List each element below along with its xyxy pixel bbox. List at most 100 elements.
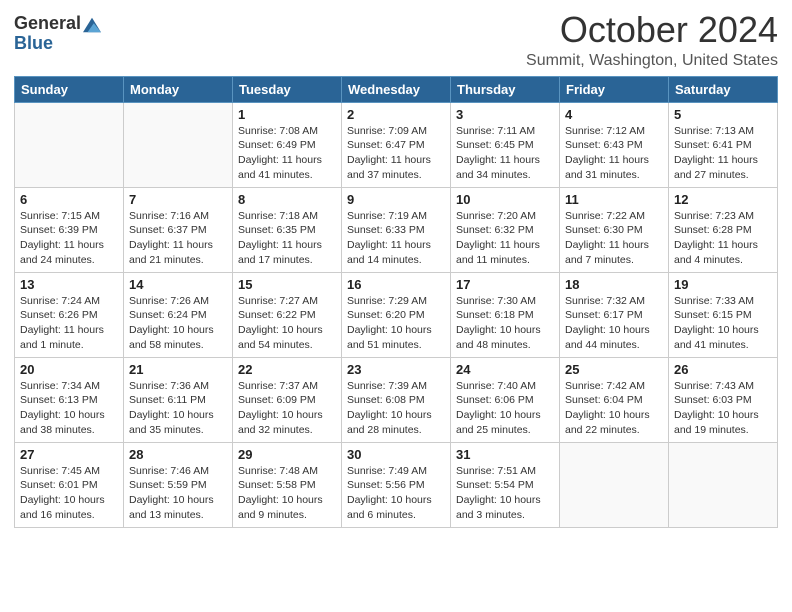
day-number: 18 [565, 277, 663, 292]
calendar-day-cell: 31Sunrise: 7:51 AMSunset: 5:54 PMDayligh… [451, 442, 560, 527]
calendar-week-row: 13 Sunrise: 7:24 AMSunset: 6:26 PMDayligh… [15, 272, 778, 357]
day-number: 16 [347, 277, 445, 292]
location-title: Summit, Washington, United States [526, 52, 778, 70]
day-number: 7 [129, 192, 227, 207]
day-info: Sunrise: 7:40 AMSunset: 6:06 PMDaylight:… [456, 379, 554, 438]
header: General Blue October 2024 Summit, Washin… [14, 10, 778, 70]
calendar-day-cell [669, 442, 778, 527]
weekday-header: Tuesday [233, 76, 342, 102]
calendar-day-cell: 8Sunrise: 7:18 AMSunset: 6:35 PMDaylight… [233, 187, 342, 272]
calendar-day-cell: 11Sunrise: 7:22 AMSunset: 6:30 PMDayligh… [560, 187, 669, 272]
calendar-week-row: 27Sunrise: 7:45 AMSunset: 6:01 PMDayligh… [15, 442, 778, 527]
calendar-day-cell [560, 442, 669, 527]
day-info: Sunrise: 7:20 AMSunset: 6:32 PMDaylight:… [456, 209, 554, 268]
day-info: Sunrise: 7:24 AMSunset: 6:26 PMDaylight:… [20, 294, 118, 353]
calendar-day-cell: 6Sunrise: 7:15 AMSunset: 6:39 PMDaylight… [15, 187, 124, 272]
logo: General Blue [14, 10, 101, 54]
calendar-day-cell [15, 102, 124, 187]
day-number: 23 [347, 362, 445, 377]
day-number: 14 [129, 277, 227, 292]
calendar-day-cell: 5 Sunrise: 7:13 AMSunset: 6:41 PMDaylight… [669, 102, 778, 187]
day-info: Sunrise: 7:32 AMSunset: 6:17 PMDaylight:… [565, 294, 663, 353]
day-info: Sunrise: 7:42 AMSunset: 6:04 PMDaylight:… [565, 379, 663, 438]
day-number: 12 [674, 192, 772, 207]
day-info: Sunrise: 7:12 AMSunset: 6:43 PMDaylight:… [565, 124, 663, 183]
day-number: 25 [565, 362, 663, 377]
calendar-day-cell: 14 Sunrise: 7:26 AMSunset: 6:24 PMDayligh… [124, 272, 233, 357]
day-number: 29 [238, 447, 336, 462]
day-number: 3 [456, 107, 554, 122]
day-number: 13 [20, 277, 118, 292]
day-number: 22 [238, 362, 336, 377]
calendar-week-row: 1 Sunrise: 7:08 AMSunset: 6:49 PMDaylight… [15, 102, 778, 187]
day-info: Sunrise: 7:19 AMSunset: 6:33 PMDaylight:… [347, 209, 445, 268]
day-number: 10 [456, 192, 554, 207]
day-info: Sunrise: 7:23 AMSunset: 6:28 PMDaylight:… [674, 209, 772, 268]
calendar-day-cell: 1 Sunrise: 7:08 AMSunset: 6:49 PMDaylight… [233, 102, 342, 187]
day-info: Sunrise: 7:45 AMSunset: 6:01 PMDaylight:… [20, 464, 118, 523]
calendar-day-cell: 22 Sunrise: 7:37 AMSunset: 6:09 PMDayligh… [233, 357, 342, 442]
logo-blue: Blue [14, 34, 101, 54]
calendar-day-cell: 13 Sunrise: 7:24 AMSunset: 6:26 PMDayligh… [15, 272, 124, 357]
day-number: 15 [238, 277, 336, 292]
day-info: Sunrise: 7:37 AMSunset: 6:09 PMDaylight:… [238, 379, 336, 438]
page-container: General Blue October 2024 Summit, Washin… [0, 0, 792, 542]
calendar-week-row: 6Sunrise: 7:15 AMSunset: 6:39 PMDaylight… [15, 187, 778, 272]
day-number: 1 [238, 107, 336, 122]
calendar-header-row: SundayMondayTuesdayWednesdayThursdayFrid… [15, 76, 778, 102]
day-info: Sunrise: 7:11 AMSunset: 6:45 PMDaylight:… [456, 124, 554, 183]
calendar-day-cell: 20Sunrise: 7:34 AMSunset: 6:13 PMDayligh… [15, 357, 124, 442]
calendar-day-cell: 4 Sunrise: 7:12 AMSunset: 6:43 PMDaylight… [560, 102, 669, 187]
day-info: Sunrise: 7:46 AMSunset: 5:59 PMDaylight:… [129, 464, 227, 523]
title-block: October 2024 Summit, Washington, United … [526, 10, 778, 70]
day-number: 28 [129, 447, 227, 462]
calendar-day-cell: 12 Sunrise: 7:23 AMSunset: 6:28 PMDayligh… [669, 187, 778, 272]
day-info: Sunrise: 7:13 AMSunset: 6:41 PMDaylight:… [674, 124, 772, 183]
calendar-day-cell: 28 Sunrise: 7:46 AMSunset: 5:59 PMDayligh… [124, 442, 233, 527]
day-info: Sunrise: 7:26 AMSunset: 6:24 PMDaylight:… [129, 294, 227, 353]
calendar-day-cell: 24 Sunrise: 7:40 AMSunset: 6:06 PMDayligh… [451, 357, 560, 442]
day-number: 19 [674, 277, 772, 292]
logo-text: General Blue [14, 14, 101, 54]
calendar-day-cell: 3 Sunrise: 7:11 AMSunset: 6:45 PMDaylight… [451, 102, 560, 187]
calendar-day-cell: 2Sunrise: 7:09 AMSunset: 6:47 PMDaylight… [342, 102, 451, 187]
calendar-day-cell: 19 Sunrise: 7:33 AMSunset: 6:15 PMDayligh… [669, 272, 778, 357]
day-info: Sunrise: 7:39 AMSunset: 6:08 PMDaylight:… [347, 379, 445, 438]
day-info: Sunrise: 7:08 AMSunset: 6:49 PMDaylight:… [238, 124, 336, 183]
day-number: 24 [456, 362, 554, 377]
day-info: Sunrise: 7:22 AMSunset: 6:30 PMDaylight:… [565, 209, 663, 268]
day-number: 17 [456, 277, 554, 292]
day-info: Sunrise: 7:16 AMSunset: 6:37 PMDaylight:… [129, 209, 227, 268]
weekday-header: Saturday [669, 76, 778, 102]
day-info: Sunrise: 7:29 AMSunset: 6:20 PMDaylight:… [347, 294, 445, 353]
calendar-table: SundayMondayTuesdayWednesdayThursdayFrid… [14, 76, 778, 528]
day-number: 4 [565, 107, 663, 122]
calendar-day-cell: 7 Sunrise: 7:16 AMSunset: 6:37 PMDaylight… [124, 187, 233, 272]
calendar-day-cell: 18 Sunrise: 7:32 AMSunset: 6:17 PMDayligh… [560, 272, 669, 357]
day-info: Sunrise: 7:36 AMSunset: 6:11 PMDaylight:… [129, 379, 227, 438]
day-info: Sunrise: 7:43 AMSunset: 6:03 PMDaylight:… [674, 379, 772, 438]
day-info: Sunrise: 7:33 AMSunset: 6:15 PMDaylight:… [674, 294, 772, 353]
day-number: 20 [20, 362, 118, 377]
calendar-day-cell [124, 102, 233, 187]
day-info: Sunrise: 7:51 AMSunset: 5:54 PMDaylight:… [456, 464, 554, 523]
calendar-day-cell: 23 Sunrise: 7:39 AMSunset: 6:08 PMDayligh… [342, 357, 451, 442]
day-number: 21 [129, 362, 227, 377]
calendar-day-cell: 9 Sunrise: 7:19 AMSunset: 6:33 PMDaylight… [342, 187, 451, 272]
weekday-header: Thursday [451, 76, 560, 102]
day-number: 2 [347, 107, 445, 122]
calendar-day-cell: 17Sunrise: 7:30 AMSunset: 6:18 PMDayligh… [451, 272, 560, 357]
day-number: 5 [674, 107, 772, 122]
weekday-header: Sunday [15, 76, 124, 102]
calendar-day-cell: 15 Sunrise: 7:27 AMSunset: 6:22 PMDayligh… [233, 272, 342, 357]
day-info: Sunrise: 7:49 AMSunset: 5:56 PMDaylight:… [347, 464, 445, 523]
month-title: October 2024 [526, 10, 778, 50]
calendar-day-cell: 21 Sunrise: 7:36 AMSunset: 6:11 PMDayligh… [124, 357, 233, 442]
calendar-day-cell: 26 Sunrise: 7:43 AMSunset: 6:03 PMDayligh… [669, 357, 778, 442]
calendar-day-cell: 29Sunrise: 7:48 AMSunset: 5:58 PMDayligh… [233, 442, 342, 527]
day-number: 9 [347, 192, 445, 207]
day-info: Sunrise: 7:27 AMSunset: 6:22 PMDaylight:… [238, 294, 336, 353]
logo-general: General [14, 14, 81, 34]
calendar-day-cell: 10 Sunrise: 7:20 AMSunset: 6:32 PMDayligh… [451, 187, 560, 272]
day-number: 26 [674, 362, 772, 377]
